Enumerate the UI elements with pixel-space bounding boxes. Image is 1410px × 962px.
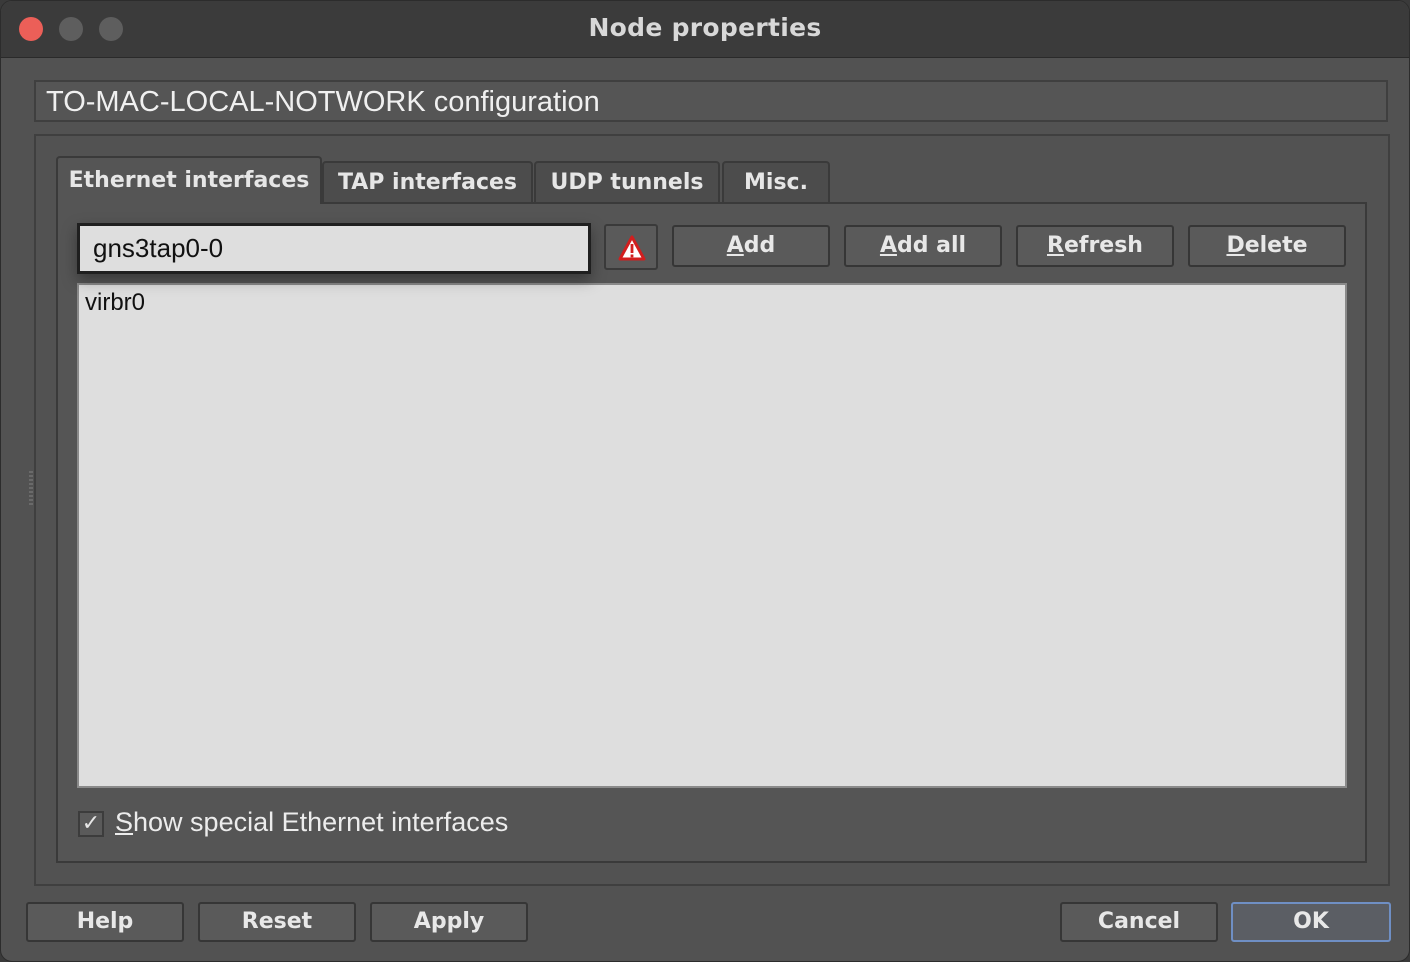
show-special-interfaces-label[interactable]: Show special Ethernet interfaces [115, 807, 508, 838]
tab-udp-tunnels[interactable]: UDP tunnels [534, 161, 720, 203]
interface-warning-button[interactable] [604, 224, 658, 270]
reset-button[interactable]: Reset [198, 902, 356, 942]
ethernet-interface-combobox[interactable] [77, 223, 591, 274]
add-button[interactable]: Add [672, 225, 830, 267]
tab-misc[interactable]: Misc. [722, 161, 830, 203]
apply-button[interactable]: Apply [370, 902, 528, 942]
splitter-grip-handle[interactable] [29, 471, 33, 505]
cancel-button[interactable]: Cancel [1060, 902, 1218, 942]
ok-button[interactable]: OK [1231, 902, 1391, 942]
configuration-header-label: TO-MAC-LOCAL-NOTWORK configuration [46, 86, 600, 118]
window-title: Node properties [588, 13, 822, 42]
list-item[interactable]: virbr0 [85, 289, 145, 317]
show-special-interfaces-checkbox[interactable]: ✓ [78, 811, 104, 837]
title-bar[interactable]: Node properties [1, 1, 1409, 58]
node-properties-dialog: Node properties TO-MAC-LOCAL-NOTWORK con… [0, 0, 1410, 962]
add-all-button[interactable]: Add all [844, 225, 1002, 267]
ethernet-interfaces-list[interactable]: virbr0 [77, 283, 1347, 788]
tab-ethernet-interfaces[interactable]: Ethernet interfaces [56, 156, 322, 204]
warning-triangle-icon [618, 235, 646, 261]
configuration-header: TO-MAC-LOCAL-NOTWORK configuration [34, 80, 1388, 122]
refresh-button[interactable]: Refresh [1016, 225, 1174, 267]
help-button[interactable]: Help [26, 902, 184, 942]
delete-button[interactable]: Delete [1188, 225, 1346, 267]
tab-tap-interfaces[interactable]: TAP interfaces [322, 161, 533, 203]
